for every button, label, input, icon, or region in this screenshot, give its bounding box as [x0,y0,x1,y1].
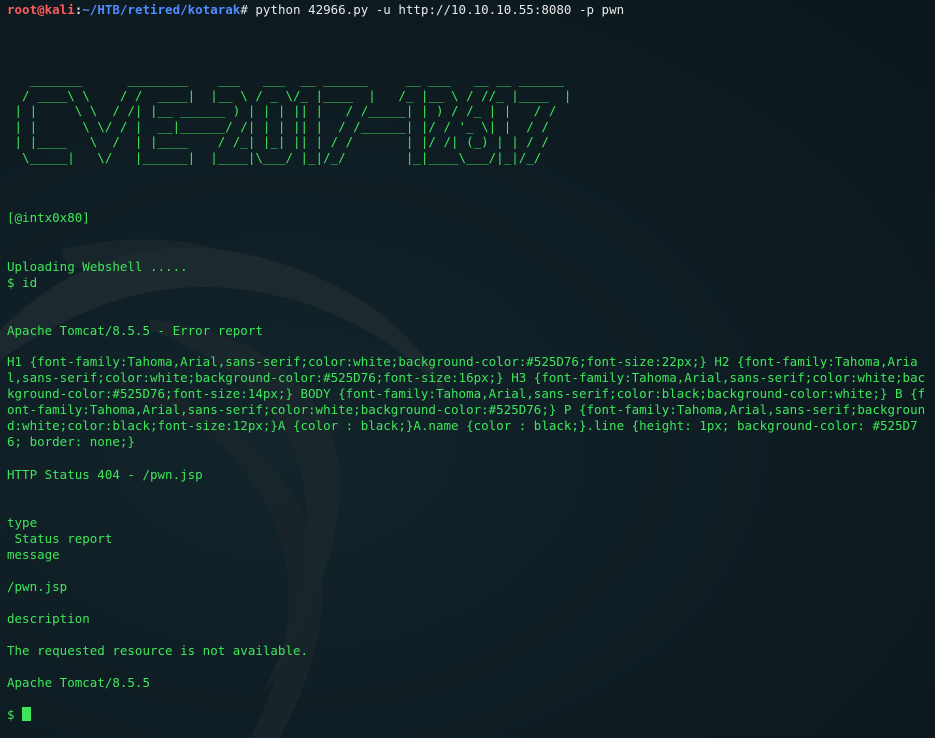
command-prompt-line: root@kali:~/HTB/retired/kotarak# python … [7,2,624,18]
cve-ascii-banner: _______ ________ ___ ___ __ ______ __ __… [14,72,572,165]
id-command-line: $ id [7,275,38,290]
description-value: The requested resource is not available. [7,643,309,658]
message-value: /pwn.jsp [7,579,68,594]
prompt-path: ~/HTB/retired/kotarak [82,2,241,17]
error-report-css: H1 {font-family:Tahoma,Arial,sans-serif;… [7,354,926,449]
text-cursor[interactable] [21,707,31,721]
uploading-message: Uploading Webshell ..... [7,259,188,274]
author-tag: [@intx0x80] [7,210,90,225]
prompt-user-host: root@kali [7,2,75,17]
prompt-symbol: # [240,2,248,17]
description-label: description [7,611,90,626]
shell-prompt-symbol: $ [7,707,15,722]
terminal-window[interactable]: root@kali:~/HTB/retired/kotarak# python … [0,0,935,738]
message-label: message [7,547,60,562]
type-value: Status report [7,531,113,546]
error-report-title: Apache Tomcat/8.5.5 - Error report [7,323,263,338]
http-status-line: HTTP Status 404 - /pwn.jsp [7,467,203,482]
server-footer: Apache Tomcat/8.5.5 [7,675,150,690]
type-label: type [7,515,38,530]
shell-prompt-line[interactable]: $ [7,707,31,723]
prompt-command: python 42966.py -u http://10.10.10.55:80… [247,2,625,17]
